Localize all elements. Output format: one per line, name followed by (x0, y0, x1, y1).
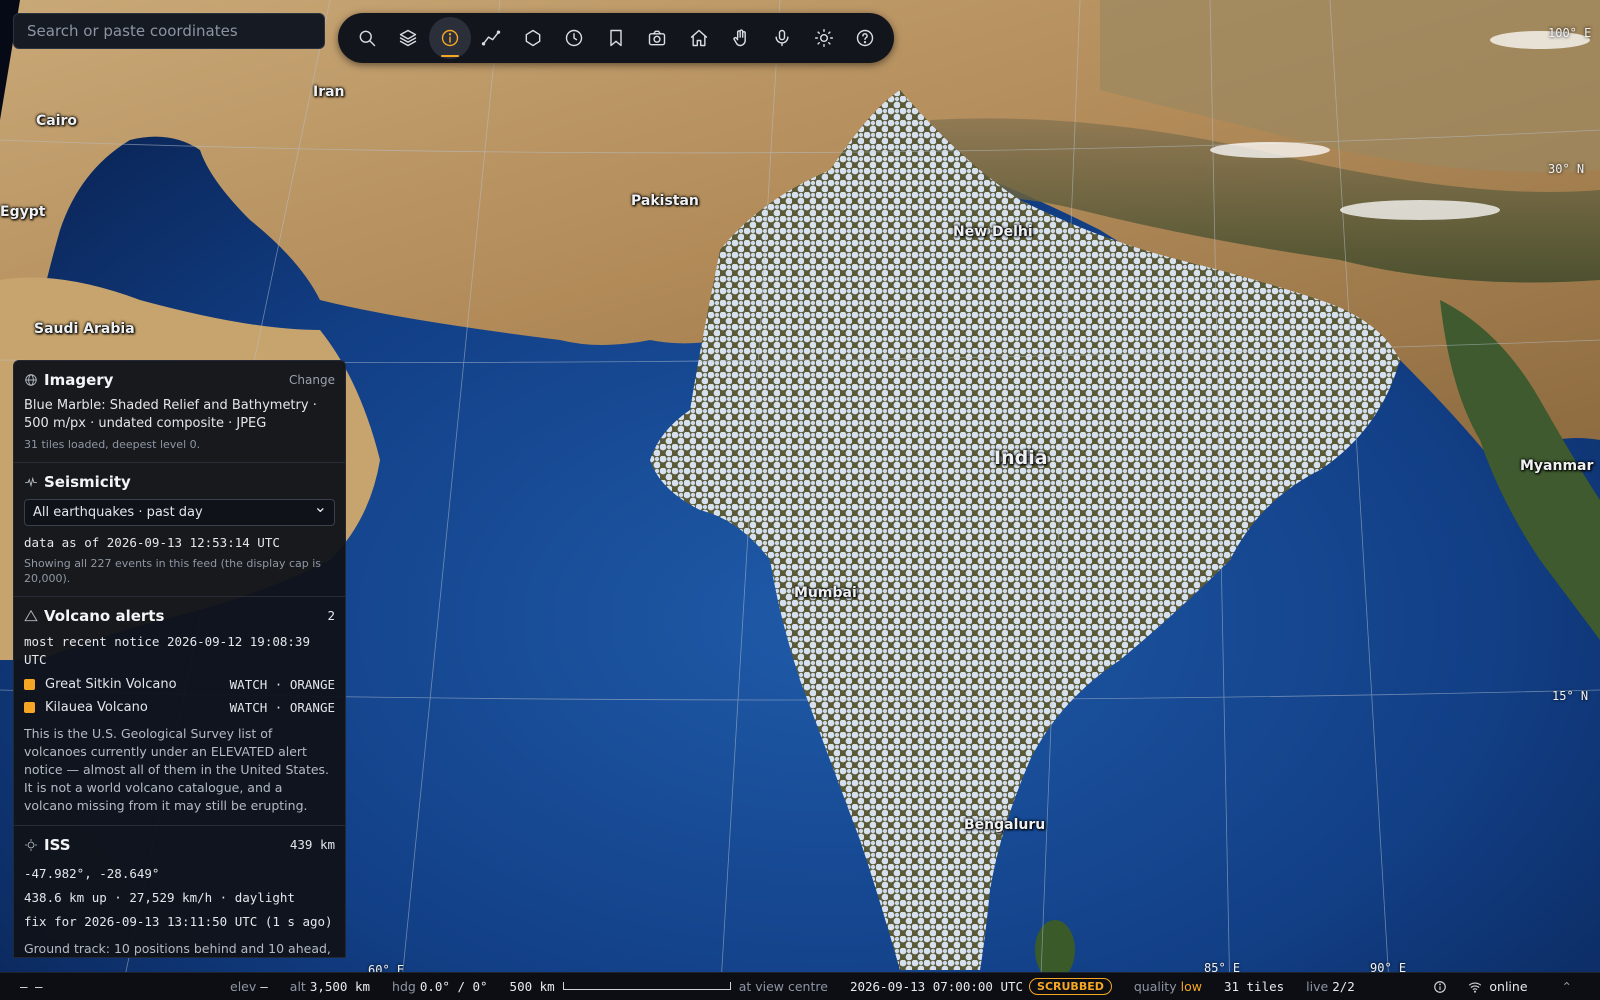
alt-label: alt (289, 979, 306, 994)
scale-note: at view centre (738, 979, 828, 994)
home-icon (690, 29, 708, 47)
scale-value: 500 km (509, 979, 555, 994)
status-badge: SCRUBBED (1029, 978, 1112, 995)
quality-value[interactable]: low (1181, 979, 1202, 994)
live-count: 2/2 (1332, 979, 1355, 994)
imagery-title: Imagery (44, 371, 114, 389)
volcano-section: Volcano alerts 2 most recent notice 2026… (14, 597, 345, 826)
iss-coordinates: -47.982°, -28.649° (24, 866, 160, 881)
voice-button[interactable] (761, 17, 803, 59)
lighting-button[interactable] (803, 17, 845, 59)
volcano-name: Kilauea Volcano (45, 700, 148, 715)
alert-swatch (24, 702, 35, 713)
seismicity-section: Seismicity All earthquakes · past day da… (14, 463, 345, 597)
bookmark-icon (610, 29, 622, 47)
volcano-name: Great Sitkin Volcano (45, 677, 177, 692)
info-icon (441, 29, 459, 47)
satellite-icon (25, 839, 37, 851)
label-myanmar: Myanmar (1520, 458, 1594, 474)
elev-label: elev (230, 979, 257, 994)
status-bar: – – elev – alt 3,500 km hdg 0.0° / 0° 50… (0, 972, 1600, 1000)
volcano-explanation: This is the U.S. Geological Survey list … (24, 726, 330, 813)
label-cairo: Cairo (36, 113, 78, 129)
tiles-count: 31 tiles (1223, 979, 1285, 994)
label-pakistan: Pakistan (631, 193, 699, 209)
layers-icon (400, 29, 417, 47)
graticule-label: 100° E (1548, 26, 1592, 40)
wifi-icon (1469, 981, 1482, 993)
measure-button[interactable] (471, 17, 513, 59)
globe-icon (25, 374, 37, 386)
info-panel[interactable]: Imagery Change Blue Marble: Shaded Relie… (13, 360, 346, 958)
help-icon (856, 29, 874, 47)
time-button[interactable] (554, 17, 596, 59)
help-button[interactable] (844, 17, 886, 59)
clock-icon (566, 29, 583, 47)
label-iran: Iran (313, 84, 345, 100)
warning-triangle-icon (24, 609, 38, 622)
scale-bar (562, 981, 731, 990)
volcano-recent-notice: most recent notice 2026-09-12 19:08:39 U… (24, 634, 310, 667)
search-input[interactable] (13, 13, 325, 49)
live-label: live (1306, 979, 1329, 994)
scene-time[interactable]: 2026-09-13 07:00:00 UTC (850, 979, 1023, 994)
iss-altitude: 439 km (289, 837, 335, 852)
heading-value: 0.0° / 0° (419, 979, 488, 994)
earthquake-feed-select[interactable]: All earthquakes · past day (24, 499, 335, 526)
iss-ground-track-note: Ground track: 10 positions behind and 10… (24, 941, 331, 956)
label-egypt: Egypt (0, 204, 46, 220)
info-icon[interactable] (1433, 980, 1447, 994)
volcano-title: Volcano alerts (44, 607, 165, 625)
iss-speed: 438.6 km up · 27,529 km/h · daylight (24, 890, 295, 905)
seismicity-note: Showing all 227 events in this feed (the… (24, 557, 322, 585)
elevation-value: – (260, 979, 268, 994)
search-icon (359, 30, 375, 47)
iss-fix: fix for 2026-09-13 13:11:50 UTC (1 s ago… (24, 914, 333, 929)
iss-title: ISS (44, 836, 71, 854)
bookmark-button[interactable] (595, 17, 637, 59)
camera-icon (649, 30, 666, 46)
chevron-up-icon[interactable]: ⌃ (1562, 979, 1572, 994)
volcano-status: WATCH · ORANGE (229, 677, 335, 692)
hand-icon (732, 29, 746, 47)
info-button[interactable] (429, 17, 471, 59)
sun-icon (814, 28, 833, 48)
alert-swatch (24, 679, 35, 690)
polygon-button[interactable] (512, 17, 554, 59)
imagery-section: Imagery Change Blue Marble: Shaded Relie… (14, 361, 345, 463)
measure-line-icon (482, 30, 501, 46)
list-item[interactable]: Great Sitkin Volcano WATCH · ORANGE (24, 673, 335, 696)
graticule-label: 30° N (1548, 162, 1585, 176)
imagery-tiles-note: 31 tiles loaded, deepest level 0. (24, 438, 201, 451)
hdg-label: hdg (392, 979, 416, 994)
imagery-change-link[interactable]: Change (289, 373, 335, 387)
graticule-label: 15° N (1552, 689, 1589, 703)
search-button[interactable] (346, 17, 388, 59)
seismicity-title: Seismicity (44, 473, 131, 491)
seismograph-icon (25, 476, 37, 488)
label-new-delhi: New Delhi (953, 224, 1033, 240)
polygon-icon (525, 29, 541, 47)
layers-button[interactable] (388, 17, 430, 59)
screenshot-button[interactable] (637, 17, 679, 59)
label-bengaluru: Bengaluru (964, 817, 1046, 833)
quality-label: quality (1133, 979, 1177, 994)
seismicity-asof: data as of 2026-09-13 12:53:14 UTC (24, 535, 280, 550)
pan-button[interactable] (720, 17, 762, 59)
microphone-icon (775, 29, 789, 47)
volcano-count: 2 (327, 608, 335, 623)
imagery-description: Blue Marble: Shaded Relief and Bathymetr… (24, 398, 317, 431)
list-item[interactable]: Kilauea Volcano WATCH · ORANGE (24, 696, 335, 719)
home-button[interactable] (678, 17, 720, 59)
label-india: India (994, 447, 1048, 469)
toolbar (338, 13, 894, 63)
altitude-value: 3,500 km (309, 979, 371, 994)
label-saudi-arabia: Saudi Arabia (34, 321, 135, 337)
volcano-status: WATCH · ORANGE (229, 700, 335, 715)
iss-section: ISS 439 km -47.982°, -28.649° 438.6 km u… (14, 826, 345, 957)
label-mumbai: Mumbai (794, 585, 857, 601)
connection-status: online (1489, 979, 1528, 994)
cursor-coordinates: – – (20, 979, 43, 994)
